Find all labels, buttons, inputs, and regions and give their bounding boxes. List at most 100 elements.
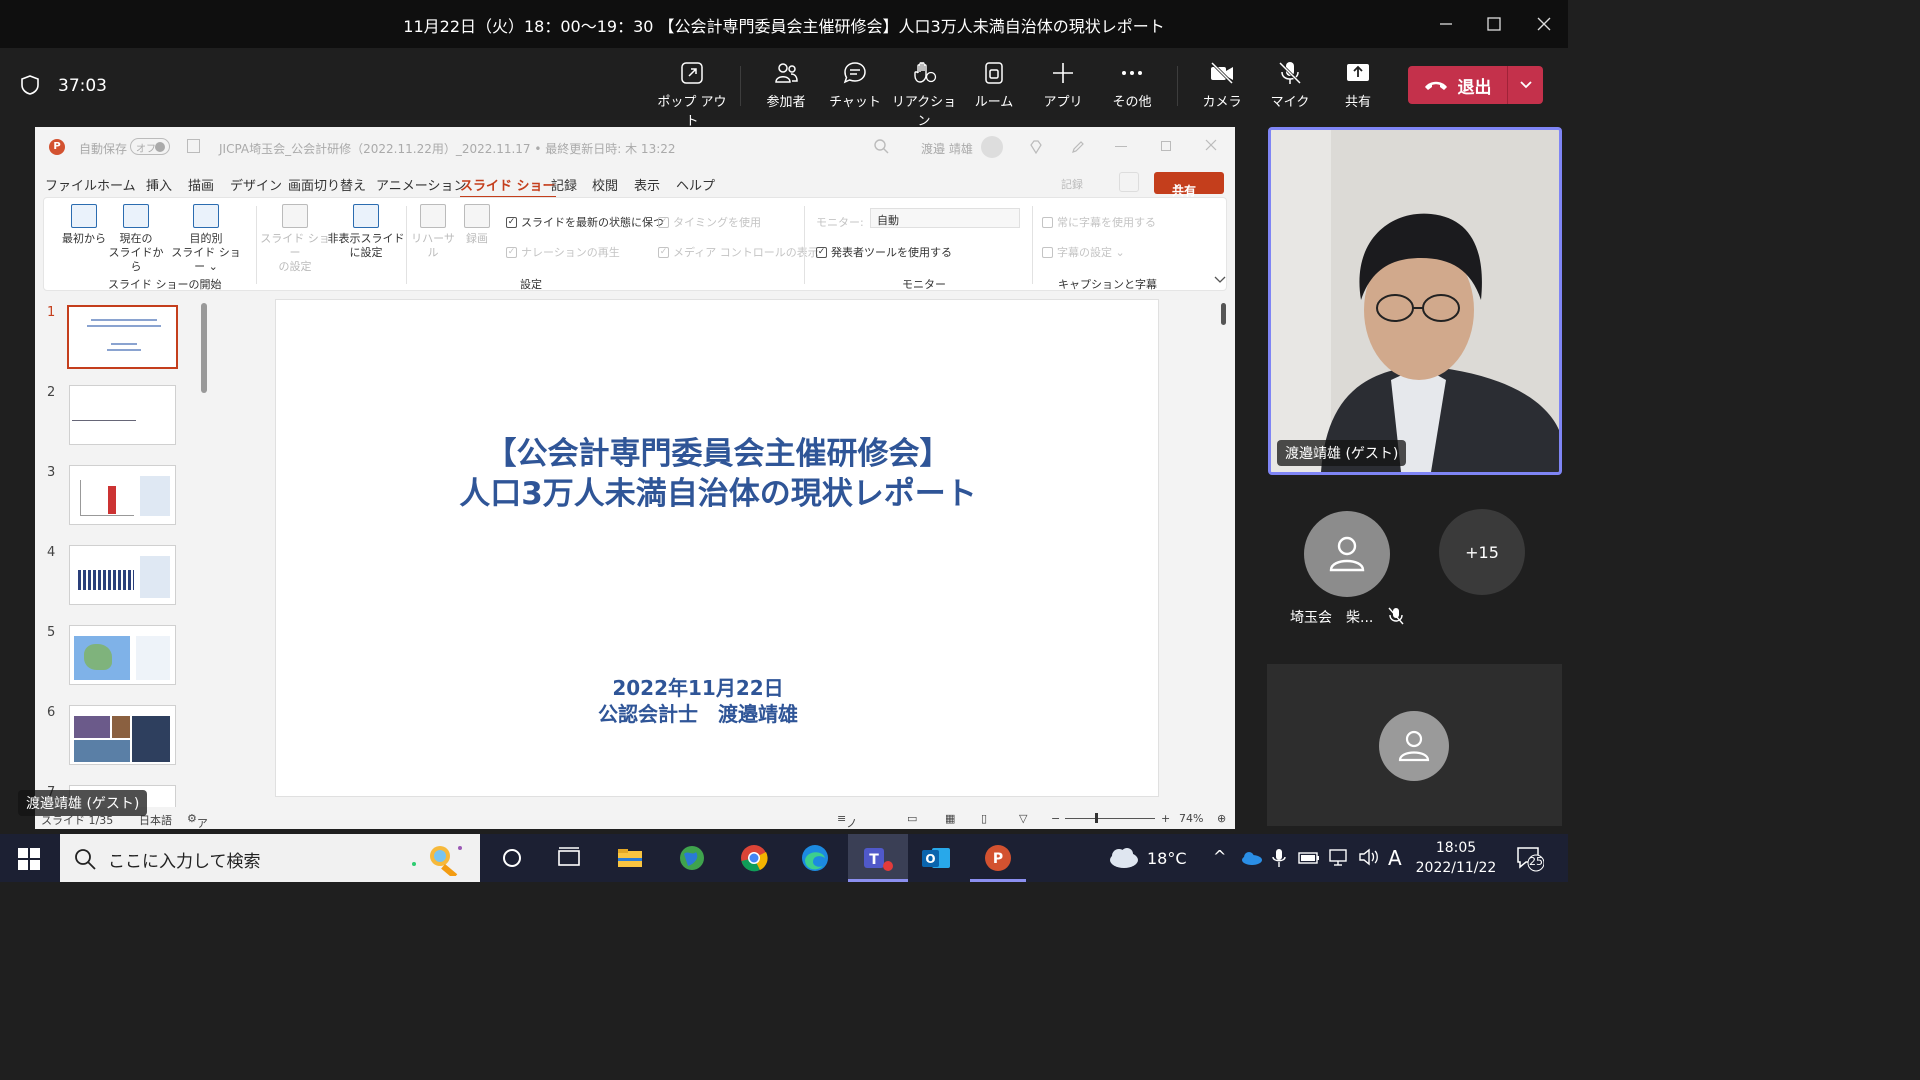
fit-to-window-icon[interactable]: ⊕	[1217, 812, 1226, 825]
powerpoint-taskbar-button[interactable]: P	[970, 834, 1026, 882]
pp-close-button[interactable]	[1205, 139, 1217, 154]
presenter-view-checkbox[interactable]: ✓ 発表者ツールを使用する	[816, 244, 952, 260]
zoom-slider-thumb[interactable]	[1095, 813, 1098, 823]
participant-video-main[interactable]: 渡邉靖雄 (ゲスト)	[1268, 127, 1562, 475]
slide-thumbnail-6[interactable]	[69, 705, 176, 765]
globe-app-icon[interactable]	[676, 842, 708, 874]
rehearse-button[interactable]: リハーサル	[408, 204, 458, 260]
autosave-toggle[interactable]: オフ	[130, 138, 170, 155]
participants-button[interactable]: 参加者	[751, 60, 821, 116]
slide-thumbnail-4[interactable]	[69, 545, 176, 605]
taskbar-search-box[interactable]: ここに入力して検索	[60, 834, 480, 882]
rooms-button[interactable]: ルーム	[959, 60, 1029, 116]
tab-slideshow[interactable]: スライド ショー	[460, 175, 556, 198]
zoom-level[interactable]: 74%	[1179, 812, 1203, 825]
slide-thumbnail-5[interactable]	[69, 625, 176, 685]
tab-help[interactable]: ヘルプ	[676, 175, 715, 194]
share-doc-button[interactable]: 共有 ⌄	[1154, 172, 1224, 198]
chevron-up-icon[interactable]: ^	[1213, 847, 1226, 866]
network-icon[interactable]	[1328, 848, 1350, 870]
onedrive-icon[interactable]	[1240, 850, 1262, 869]
popout-button[interactable]: ポップ アウト	[657, 60, 727, 129]
always-captions-checkbox[interactable]: 常に字幕を使用する	[1042, 214, 1156, 230]
ime-indicator[interactable]: A	[1388, 846, 1402, 870]
notes-button[interactable]: ≡ ノート	[837, 812, 857, 829]
monitor-select[interactable]: 自動	[870, 208, 1020, 228]
close-button[interactable]	[1526, 8, 1562, 40]
weather-cloud-icon[interactable]	[1106, 846, 1140, 874]
setup-show-button[interactable]: スライド ショー の設定	[260, 204, 330, 274]
share-button[interactable]: 共有	[1323, 60, 1393, 116]
tab-draw[interactable]: 描画	[188, 175, 214, 194]
notification-center-icon[interactable]: 25	[1516, 846, 1545, 876]
battery-icon[interactable]	[1298, 850, 1320, 869]
pp-restore-button[interactable]	[1161, 141, 1171, 151]
chat-button[interactable]: チャット	[820, 60, 890, 116]
tab-animations[interactable]: アニメーション	[376, 175, 466, 194]
tab-insert[interactable]: 挿入	[146, 175, 172, 194]
leave-options-button[interactable]	[1507, 66, 1543, 104]
weather-temperature[interactable]: 18°C	[1147, 849, 1187, 868]
minimize-button[interactable]	[1428, 8, 1464, 40]
keep-updated-checkbox[interactable]: ✓ スライドを最新の状態に保つ	[506, 214, 664, 230]
tab-view[interactable]: 表示	[634, 175, 660, 194]
slide-thumbnail-1[interactable]	[67, 305, 178, 369]
tab-file[interactable]: ファイル	[45, 175, 97, 194]
self-video-tile[interactable]	[1267, 664, 1562, 826]
reaction-button[interactable]: リアクション	[889, 60, 959, 129]
accessibility-status[interactable]: ⚙ アクセシビリティ: 検討が必要です	[187, 812, 208, 829]
shield-icon[interactable]	[20, 74, 40, 100]
edge-icon[interactable]	[799, 842, 831, 874]
caption-settings-button[interactable]: 字幕の設定 ⌄	[1042, 244, 1125, 260]
leave-main[interactable]: 退出	[1408, 66, 1507, 104]
sorter-view-icon[interactable]: ▦	[945, 812, 955, 825]
record-button[interactable]: 記録	[1061, 176, 1083, 192]
show-media-checkbox[interactable]: ✓ メディア コントロールの表示	[658, 244, 819, 260]
slideshow-view-icon[interactable]: ▽	[1019, 812, 1027, 825]
pen-icon[interactable]	[1071, 140, 1085, 157]
diamond-icon[interactable]	[1029, 140, 1043, 157]
ribbon-collapse-icon[interactable]	[1214, 274, 1226, 287]
outlook-icon[interactable]: O	[920, 842, 952, 874]
zoom-slider[interactable]	[1065, 818, 1155, 819]
more-button[interactable]: その他	[1097, 60, 1167, 116]
pp-minimize-button[interactable]	[1115, 146, 1127, 147]
chrome-icon[interactable]	[738, 842, 770, 874]
normal-view-icon[interactable]: ▭	[907, 812, 917, 825]
apps-button[interactable]: アプリ	[1028, 60, 1098, 116]
participant-avatar[interactable]	[1304, 511, 1390, 597]
maximize-button[interactable]	[1476, 8, 1512, 40]
save-icon[interactable]	[187, 139, 200, 153]
tab-design[interactable]: デザイン	[230, 175, 282, 194]
task-view-icon[interactable]	[553, 842, 585, 874]
teams-taskbar-button[interactable]: T	[848, 834, 908, 882]
custom-show-button[interactable]: 目的別 スライド ショー ⌄	[168, 204, 244, 274]
thumbs-scrollbar[interactable]	[201, 303, 207, 393]
slide-scrollbar[interactable]	[1221, 303, 1226, 325]
record-slideshow-button[interactable]: 録画	[460, 204, 494, 246]
slide-thumbnail-2[interactable]	[69, 385, 176, 445]
mic-button[interactable]: マイク	[1255, 60, 1325, 116]
play-narration-checkbox[interactable]: ✓ ナレーションの再生	[506, 244, 620, 260]
hide-slide-button[interactable]: 非表示スライド に設定	[326, 204, 406, 260]
file-explorer-icon[interactable]	[614, 842, 646, 874]
from-current-button[interactable]: 現在の スライドから	[108, 204, 164, 274]
microphone-tray-icon[interactable]	[1272, 848, 1286, 872]
tab-home[interactable]: ホーム	[97, 175, 136, 194]
leave-button[interactable]: 退出	[1408, 66, 1543, 104]
slide-thumbnail-3[interactable]	[69, 465, 176, 525]
account-avatar[interactable]	[981, 136, 1003, 158]
tab-review[interactable]: 校閲	[592, 175, 618, 194]
document-title[interactable]: JICPA埼玉会_公会計研修（2022.11.22用）_2022.11.17 •…	[219, 140, 676, 157]
use-timings-checkbox[interactable]: ✓ タイミングを使用	[658, 214, 761, 230]
system-clock[interactable]: 18:05 2022/11/22	[1412, 838, 1500, 878]
comment-icon[interactable]	[1119, 172, 1139, 192]
volume-icon[interactable]	[1358, 848, 1380, 870]
search-icon[interactable]	[873, 138, 889, 157]
zoom-out-button[interactable]: −	[1051, 812, 1060, 825]
zoom-in-button[interactable]: +	[1161, 812, 1170, 825]
reading-view-icon[interactable]: ▯	[981, 812, 987, 825]
more-participants-button[interactable]: +15	[1439, 509, 1525, 595]
windows-start-icon[interactable]	[18, 848, 40, 874]
slide-canvas[interactable]: 【公会計専門委員会主催研修会】 人口3万人未満自治体の現状レポート 2022年1…	[275, 299, 1159, 797]
